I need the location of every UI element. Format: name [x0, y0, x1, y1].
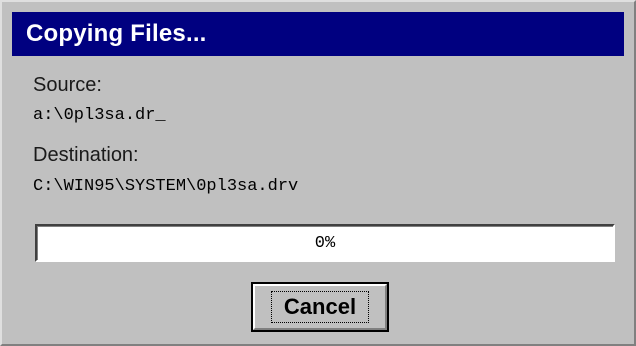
- destination-label: Destination:: [33, 144, 139, 166]
- cancel-button-label: Cancel: [270, 291, 370, 323]
- cancel-button[interactable]: Cancel: [251, 282, 389, 332]
- dialog-title: Copying Files...: [26, 20, 207, 47]
- progress-bar: 0%: [35, 224, 615, 262]
- progress-percent: 0%: [314, 233, 336, 253]
- source-label: Source:: [33, 74, 102, 96]
- source-path: a:\0pl3sa.dr_: [33, 106, 166, 125]
- cancel-button-face: Cancel: [253, 284, 387, 330]
- copy-files-dialog: Copying Files... Source: a:\0pl3sa.dr_ D…: [0, 0, 636, 346]
- title-bar[interactable]: Copying Files...: [12, 12, 624, 56]
- destination-path: C:\WIN95\SYSTEM\0pl3sa.drv: [33, 177, 299, 196]
